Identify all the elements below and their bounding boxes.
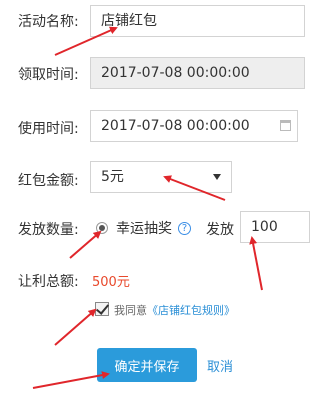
checkmark-icon (95, 301, 110, 315)
annotation-arrow (249, 236, 263, 291)
receive-time-label: 领取时间: (18, 67, 79, 83)
lucky-draw-option[interactable]: 幸运抽奖 ? (96, 218, 191, 238)
amount-select[interactable]: 5元 (90, 161, 232, 193)
cancel-link[interactable]: 取消 (207, 356, 233, 375)
agreement-prefix: 我同意 (114, 304, 147, 317)
agreement-checkbox[interactable] (95, 301, 110, 316)
confirm-save-button[interactable]: 确定并保存 (97, 348, 197, 382)
use-time-value: 2017-07-08 00:00:00 (101, 118, 250, 134)
chevron-down-icon (213, 174, 221, 180)
agreement-text: 我同意《店铺红包规则》 (114, 302, 235, 318)
amount-selected-value: 5元 (101, 169, 124, 185)
total-profit-amount: 500元 (92, 275, 130, 290)
total-profit-label: 让利总额: (18, 274, 79, 290)
use-time-label: 使用时间: (18, 121, 79, 137)
receive-time-field: 2017-07-08 00:00:00 (90, 57, 305, 89)
activity-name-label: 活动名称: (18, 14, 79, 30)
agreement-rules-link[interactable]: 《店铺红包规则》 (147, 304, 235, 317)
amount-label: 红包金额: (18, 173, 79, 189)
issue-label: 发放 (206, 222, 234, 238)
issue-quantity-input[interactable]: 100 (240, 211, 310, 243)
lucky-draw-label: 幸运抽奖 (116, 221, 172, 237)
lucky-draw-radio[interactable] (96, 222, 108, 234)
question-circle-icon[interactable]: ? (178, 221, 191, 235)
calendar-icon[interactable] (280, 120, 291, 131)
annotation-arrow (54, 308, 97, 346)
use-time-input[interactable]: 2017-07-08 00:00:00 (90, 110, 298, 142)
activity-name-input[interactable]: 店铺红包 (90, 5, 305, 37)
issue-count-label: 发放数量: (18, 222, 79, 238)
total-profit-value: 500元 (92, 271, 130, 290)
